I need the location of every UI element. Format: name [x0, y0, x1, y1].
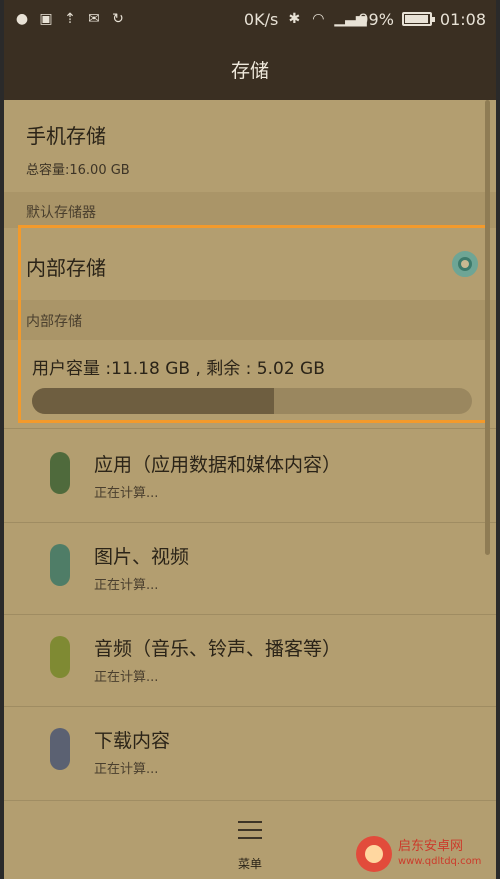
- watermark-name: 启东安卓网: [398, 839, 464, 854]
- upload-icon: ⇡: [64, 11, 76, 27]
- apps-color-icon: [50, 452, 70, 494]
- downloads-color-icon: [50, 728, 70, 770]
- phone-storage-summary: 手机存储 总容量:16.00 GB: [4, 100, 496, 192]
- internal-storage-option[interactable]: 内部存储: [4, 228, 496, 300]
- signal-icon: ▁▃▅: [334, 11, 367, 27]
- category-downloads[interactable]: 下载内容 正在计算...: [4, 706, 496, 798]
- divider: [4, 428, 496, 429]
- internal-storage-radio[interactable]: [452, 251, 478, 277]
- default-storage-header: 默认存储器: [4, 192, 496, 228]
- watermark-logo-icon: [356, 836, 392, 872]
- image-icon: ▣: [39, 11, 53, 27]
- network-speed: 0K/s: [243, 9, 279, 29]
- category-title: 应用（应用数据和媒体内容）: [94, 454, 342, 476]
- page-title: 存储: [230, 59, 269, 82]
- usage-bar-fill: [32, 388, 275, 414]
- watermark-url: www.qdltdq.com: [398, 856, 482, 867]
- category-title: 下载内容: [94, 730, 171, 752]
- internal-storage-option-label: 内部存储: [26, 256, 106, 280]
- category-title: 图片、视频: [94, 546, 190, 568]
- capacity-summary: 用户容量 :11.18 GB , 剩余 : 5.02 GB: [4, 340, 496, 428]
- capacity-text: 用户容量 :11.18 GB , 剩余 : 5.02 GB: [32, 359, 325, 379]
- category-status: 正在计算...: [94, 578, 159, 593]
- category-photos-videos[interactable]: 图片、视频 正在计算...: [4, 522, 496, 614]
- status-bar: ● ▣ ⇡ ✉ ↻ 0K/s ✱ ◠ ▁▃▅ 99% 01:08: [4, 0, 496, 38]
- wifi-icon: ◠: [312, 11, 325, 27]
- menu-icon[interactable]: [238, 821, 262, 841]
- status-left-icons: ● ▣ ⇡ ✉ ↻: [14, 11, 126, 27]
- battery-icon: [401, 12, 435, 26]
- message-icon: ●: [15, 11, 29, 27]
- watermark-text: 启东安卓网 www.qdltdq.com: [398, 839, 481, 869]
- sync-icon: ↻: [112, 11, 124, 27]
- category-status: 正在计算...: [94, 762, 159, 777]
- status-right: 0K/s ✱ ◠ ▁▃▅ 99% 01:08: [244, 10, 486, 29]
- bluetooth-icon: ✱: [288, 11, 301, 27]
- category-status: 正在计算...: [94, 486, 159, 501]
- category-status: 正在计算...: [94, 670, 159, 685]
- watermark: 启东安卓网 www.qdltdq.com: [356, 832, 496, 876]
- settings-screen: ● ▣ ⇡ ✉ ↻ 0K/s ✱ ◠ ▁▃▅ 99% 01:08 存储 手机存储…: [4, 0, 496, 879]
- clock: 01:08: [439, 9, 486, 29]
- audio-color-icon: [50, 636, 70, 678]
- category-audio[interactable]: 音频（音乐、铃声、播客等） 正在计算...: [4, 614, 496, 706]
- battery-fill: [404, 15, 429, 23]
- battery-percent: 99%: [358, 9, 394, 29]
- phone-storage-title: 手机存储: [26, 124, 106, 148]
- category-apps[interactable]: 应用（应用数据和媒体内容） 正在计算...: [4, 430, 496, 522]
- scrollbar[interactable]: [485, 100, 490, 555]
- category-title: 音频（音乐、铃声、播客等）: [94, 638, 342, 660]
- phone-storage-total: 总容量:16.00 GB: [26, 163, 130, 178]
- photos-color-icon: [50, 544, 70, 586]
- usage-bar: [32, 388, 472, 414]
- title-bar: 存储: [4, 38, 496, 100]
- mail-icon: ✉: [88, 11, 100, 27]
- internal-storage-header: 内部存储: [4, 300, 496, 340]
